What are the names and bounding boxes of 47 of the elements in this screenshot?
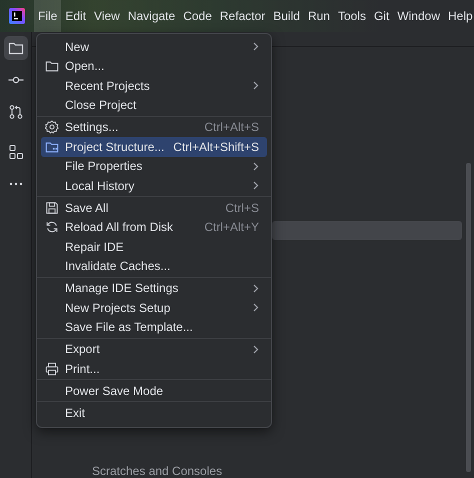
menu-item[interactable]: Recent Projects [41, 76, 267, 96]
menu-bar-item[interactable]: Help [444, 0, 474, 32]
reload-icon [45, 220, 59, 234]
menu-item[interactable]: File Properties [41, 156, 267, 176]
menu-bar-item[interactable]: Git [370, 0, 394, 32]
menu-bar-item[interactable]: Build [269, 0, 304, 32]
chevron-right-icon [253, 344, 259, 354]
menu-bar-item[interactable]: Refactor [216, 0, 270, 32]
menu-item[interactable]: Export [41, 340, 267, 359]
project-folder-icon[interactable] [4, 36, 28, 60]
menu-item[interactable]: Invalidate Caches... [41, 256, 267, 276]
menu-item[interactable]: New [41, 37, 267, 56]
menu-bar-item[interactable]: Edit [61, 0, 90, 32]
app-logo-icon[interactable] [9, 8, 25, 24]
folder-icon [45, 140, 59, 154]
tree-item[interactable]: Scratches and Consoles [92, 464, 222, 478]
menu-item[interactable]: Exit [41, 403, 267, 422]
menu-bar-item[interactable]: Window [393, 0, 444, 32]
menu-item[interactable]: New Projects Setup [41, 298, 267, 318]
menu-bar-item[interactable]: Run [304, 0, 334, 32]
menu-bar-item[interactable]: File [34, 0, 62, 32]
menu-item[interactable]: Settings... Ctrl+Alt+S [41, 118, 267, 137]
menu-item[interactable]: Save File as Template... [41, 318, 267, 337]
chevron-right-icon [253, 162, 259, 171]
menu-item[interactable]: Manage IDE Settings [41, 278, 267, 298]
menu-item[interactable]: Close Project [41, 96, 267, 115]
menu-item[interactable]: Open... [41, 56, 267, 76]
menu-item[interactable]: Save All Ctrl+S [41, 198, 267, 218]
menu-bar-item[interactable]: Tools [334, 0, 370, 32]
menu-item[interactable]: Project Structure... Ctrl+Alt+Shift+S [41, 137, 267, 156]
menu-item[interactable]: Print... [41, 359, 267, 378]
chevron-right-icon [253, 181, 259, 190]
chevron-right-icon [253, 284, 259, 293]
menu-item[interactable]: Local History [41, 176, 267, 196]
chevron-right-icon [253, 81, 259, 90]
printer-icon [45, 362, 59, 376]
menu-bar-item[interactable]: Code [179, 0, 216, 32]
folder-icon [45, 59, 59, 74]
scrollbar[interactable] [466, 163, 471, 472]
settings-icon [45, 120, 59, 134]
menu-bar-item[interactable]: Navigate [124, 0, 180, 32]
menu-item[interactable]: Reload All from Disk Ctrl+Alt+Y [41, 218, 267, 237]
chevron-right-icon [253, 42, 259, 52]
menu-item[interactable]: Repair IDE [41, 237, 267, 256]
menu-item[interactable]: Power Save Mode [41, 381, 267, 400]
chevron-right-icon [253, 303, 259, 312]
menu-bar-item[interactable]: View [90, 0, 124, 32]
